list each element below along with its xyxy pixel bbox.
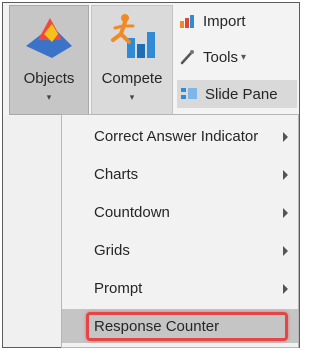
slide-pane-button[interactable]: Slide Pane (177, 80, 297, 108)
menu-item-prompt[interactable]: Prompt (62, 271, 298, 305)
menu-item-label: Prompt (94, 279, 143, 297)
menu-item-label: Countdown (94, 203, 170, 221)
import-label: Import (203, 12, 246, 30)
menu-item-grids[interactable]: Grids (62, 233, 298, 267)
ribbon-bar: Objects ▾ Compete ▾ Import Tools ▾ Slide… (3, 3, 299, 116)
tools-button[interactable]: Tools ▾ (177, 43, 287, 71)
objects-shapes-icon (26, 18, 72, 58)
objects-label: Objects (23, 70, 75, 87)
tools-icon (177, 49, 197, 65)
submenu-arrow-icon (283, 284, 288, 294)
menu-item-label: Response Counter (94, 317, 220, 335)
compete-label: Compete (101, 70, 163, 87)
submenu-arrow-icon (283, 208, 288, 218)
tools-label: Tools (203, 48, 239, 66)
menu-item-countdown[interactable]: Countdown (62, 195, 298, 229)
submenu-arrow-icon (283, 132, 288, 142)
menu-item-label: Charts (94, 165, 139, 183)
chevron-down-icon: ▾ (46, 92, 52, 102)
submenu-arrow-icon (283, 246, 288, 256)
menu-item-label: Grids (94, 241, 130, 259)
objects-dropdown-menu: Correct Answer Indicator Charts Countdow… (61, 114, 299, 348)
ribbon-window: Objects ▾ Compete ▾ Import Tools ▾ Slide… (2, 2, 300, 348)
import-icon (177, 14, 197, 28)
objects-button[interactable]: Objects ▾ (9, 5, 89, 115)
submenu-arrow-icon (283, 170, 288, 180)
slide-pane-icon (179, 86, 199, 102)
menu-item-correct-answer-indicator[interactable]: Correct Answer Indicator (62, 119, 298, 153)
import-button[interactable]: Import (177, 7, 277, 35)
tools-caret-icon: ▾ (241, 51, 247, 63)
compete-button[interactable]: Compete ▾ (91, 5, 173, 115)
compete-runner-chart-icon (111, 14, 155, 58)
slide-pane-label: Slide Pane (205, 85, 278, 103)
menu-item-response-counter[interactable]: Response Counter (62, 309, 298, 343)
chevron-down-icon: ▾ (129, 92, 135, 102)
menu-item-label: Correct Answer Indicator (94, 127, 259, 145)
menu-item-charts[interactable]: Charts (62, 157, 298, 191)
